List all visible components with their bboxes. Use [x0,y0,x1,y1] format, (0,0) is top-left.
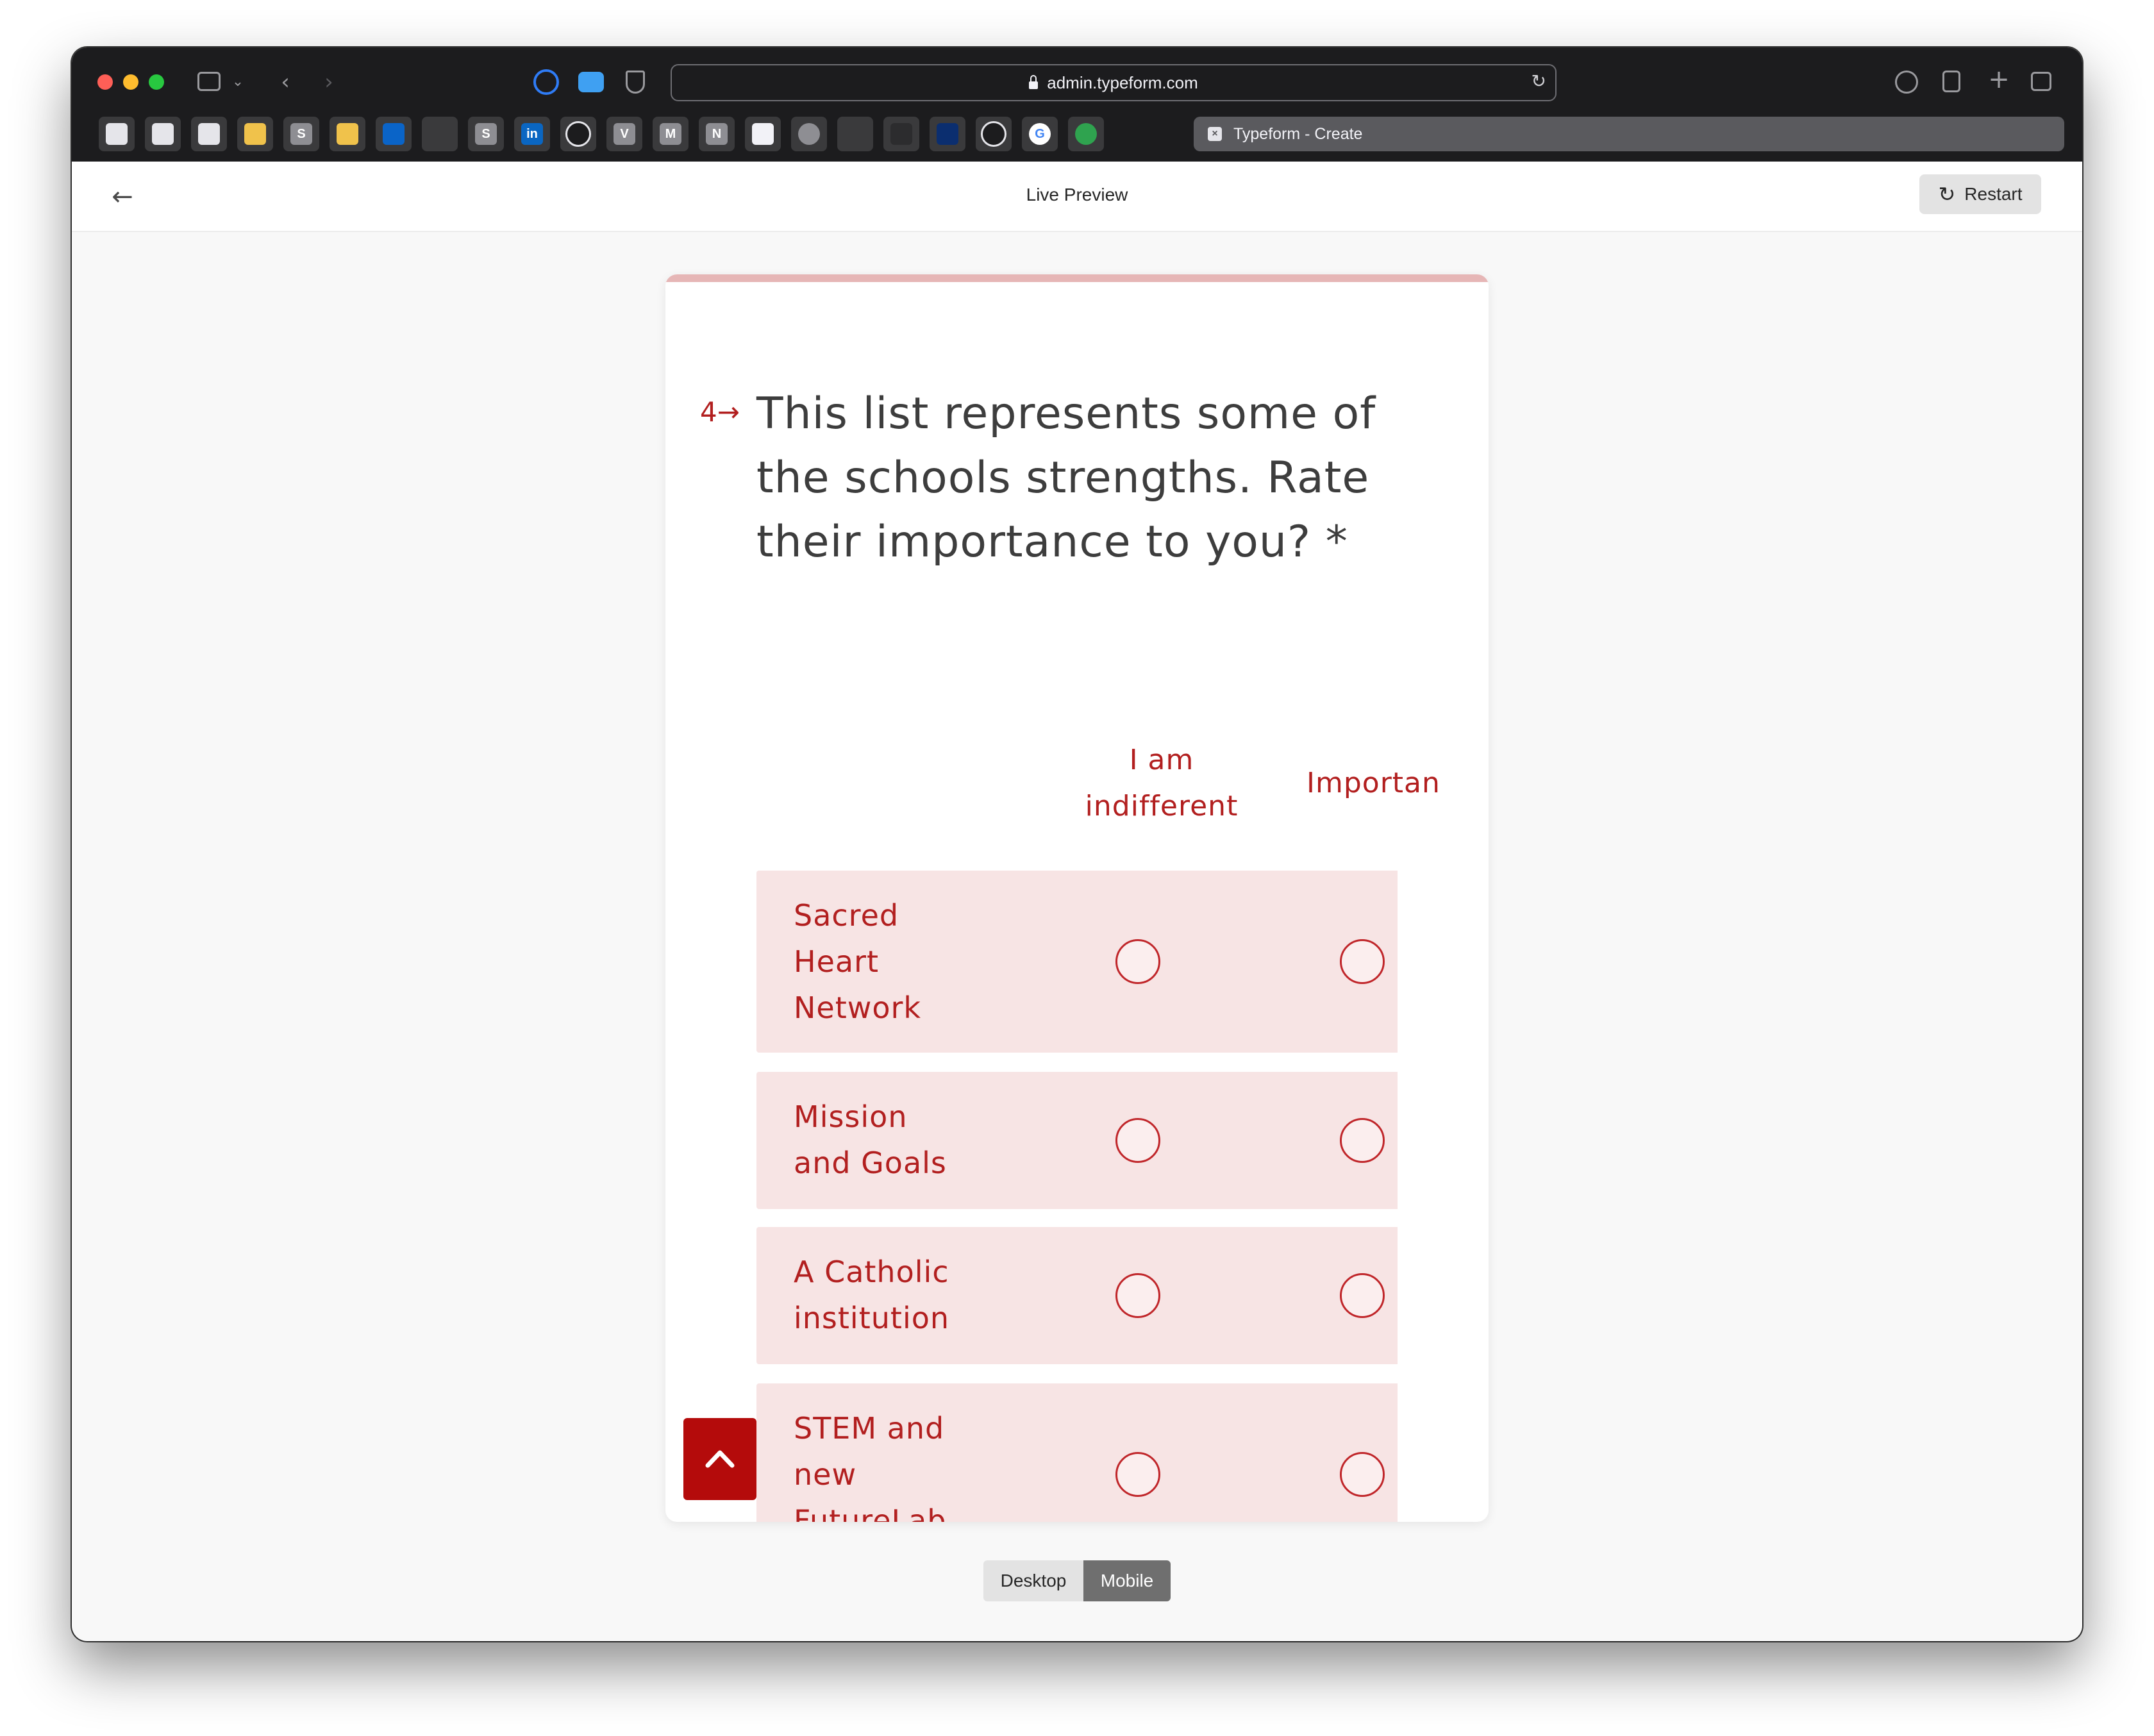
column-header-important: Importan [1307,767,1440,799]
bookmark-item[interactable] [1068,117,1104,151]
form-preview-card: 4→ This list represents some of the scho… [665,274,1489,1522]
browser-toolbar: ⌄ ‹ › admin.typeform.com ↻ + S S in V M … [72,47,2082,162]
sidebar-toggle-icon[interactable] [197,72,221,91]
close-window-button[interactable] [97,74,113,90]
password-manager-icon[interactable] [533,69,559,95]
tab-title: Typeform - Create [1233,124,1363,143]
row-label: Sacred Heart Network [794,898,922,1025]
address-bar[interactable]: admin.typeform.com ↻ [671,64,1557,101]
reload-icon[interactable]: ↻ [1532,71,1546,92]
radio-indifferent[interactable] [1115,1273,1160,1318]
column-header-indifferent: I am indifferent [1085,744,1239,822]
restart-icon: ↻ [1938,182,1956,206]
radio-important[interactable] [1340,1273,1385,1318]
lock-icon [1029,75,1039,89]
bookmark-item[interactable] [99,117,135,151]
share-icon[interactable] [1942,71,1960,92]
camera-icon[interactable] [578,72,604,92]
mobile-view-button[interactable]: Mobile [1083,1560,1171,1601]
bookmark-item[interactable] [330,117,365,151]
bookmark-item[interactable] [883,117,919,151]
matrix-row: A Catholic institution [756,1227,1398,1364]
download-icon[interactable] [1895,71,1918,94]
bookmark-item[interactable] [791,117,827,151]
radio-important[interactable] [1340,1452,1385,1497]
bookmark-item[interactable] [422,117,458,151]
bookmark-item[interactable]: in [514,117,550,151]
bookmark-item[interactable] [191,117,227,151]
restart-label: Restart [1964,184,2023,204]
bookmark-item[interactable]: V [606,117,642,151]
bookmark-item[interactable]: G [1022,117,1058,151]
browser-window: ⌄ ‹ › admin.typeform.com ↻ + S S in V M … [72,47,2082,1641]
bookmark-item[interactable] [560,117,596,151]
radio-indifferent[interactable] [1115,939,1160,984]
scroll-up-button[interactable] [683,1418,756,1500]
url-text: admin.typeform.com [1047,72,1198,92]
radio-indifferent[interactable] [1115,1452,1160,1497]
row-label: A Catholic institution [794,1255,950,1335]
bookmark-item[interactable]: M [653,117,689,151]
view-toggle: Desktop Mobile [983,1560,1171,1601]
bookmarks-bar: S S in V M N G [99,117,1104,151]
chevron-up-icon [683,1418,756,1500]
bookmark-item[interactable] [145,117,181,151]
matrix-row: STEM and new FutureLab [756,1383,1398,1522]
bookmark-item[interactable] [745,117,781,151]
desktop-view-button[interactable]: Desktop [983,1560,1083,1601]
matrix-row: Sacred Heart Network [756,871,1398,1053]
bookmark-item[interactable] [976,117,1012,151]
new-tab-icon[interactable]: + [1986,67,2012,92]
shield-icon[interactable] [626,71,645,94]
preview-header: ← Live Preview ↻ Restart [72,162,2082,232]
radio-indifferent[interactable] [1115,1118,1160,1163]
bookmark-item[interactable] [376,117,412,151]
row-label: STEM and new FutureLab [794,1411,947,1522]
restart-button[interactable]: ↻ Restart [1919,174,2041,214]
minimize-window-button[interactable] [123,74,138,90]
question-number: 4→ [700,396,740,428]
chevron-down-icon[interactable]: ⌄ [230,69,246,95]
page-title: Live Preview [1026,185,1128,204]
close-icon[interactable]: × [1208,127,1222,141]
zoom-window-button[interactable] [149,74,164,90]
question-title: This list represents some of the schools… [756,388,1376,567]
row-label: Mission and Goals [794,1099,947,1180]
tab-typeform-create[interactable]: × Typeform - Create [1194,117,2064,151]
matrix-row: Mission and Goals [756,1072,1398,1209]
bookmark-item[interactable]: N [699,117,735,151]
bookmark-item[interactable]: S [283,117,319,151]
radio-important[interactable] [1340,1118,1385,1163]
bookmark-item[interactable] [930,117,965,151]
bookmark-item[interactable] [237,117,273,151]
radio-important[interactable] [1340,939,1385,984]
bookmark-item[interactable] [837,117,873,151]
bookmark-item[interactable]: S [468,117,504,151]
tab-overview-icon[interactable] [2031,72,2051,91]
back-arrow-icon[interactable]: ‹ [276,69,295,95]
forward-arrow-icon[interactable]: › [319,69,338,95]
card-top-bar [665,274,1489,282]
